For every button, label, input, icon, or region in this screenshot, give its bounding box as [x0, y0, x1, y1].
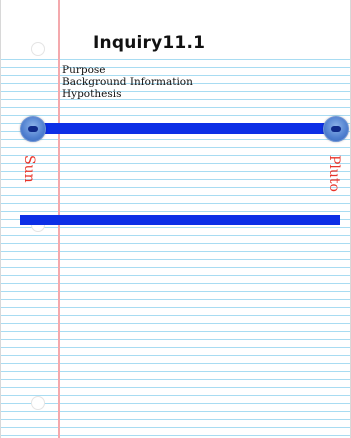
- section-link-hypothesis[interactable]: Hypothesis: [62, 88, 193, 100]
- notebook-page: Inquiry11.1 Purpose Background Informati…: [0, 0, 351, 438]
- pluto-label: Pluto: [326, 155, 342, 192]
- punch-hole-bottom: [31, 396, 45, 410]
- handle-grip-icon: [331, 126, 341, 132]
- punch-hole-top: [31, 42, 45, 56]
- section-link-background-information[interactable]: Background Information: [62, 76, 193, 88]
- distance-slider-track[interactable]: [23, 123, 341, 134]
- section-link-purpose[interactable]: Purpose: [62, 64, 193, 76]
- sun-slider-handle[interactable]: [20, 116, 46, 142]
- section-list: Purpose Background Information Hypothesi…: [62, 64, 193, 100]
- page-title: Inquiry11.1: [93, 33, 206, 53]
- handle-grip-icon: [28, 126, 38, 132]
- sun-label: Sun: [21, 155, 37, 183]
- pluto-slider-handle[interactable]: [323, 116, 349, 142]
- scale-bar: [20, 215, 340, 225]
- ruled-lines: [1, 52, 350, 438]
